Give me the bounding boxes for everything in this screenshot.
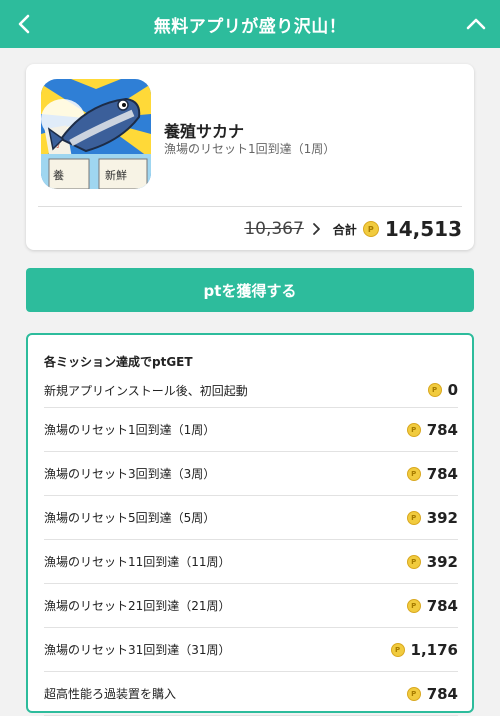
mission-row: 漁場のリセット11回到達（11周） P 392 <box>44 540 458 584</box>
chevron-up-icon <box>466 18 486 30</box>
app-name: 養殖サカナ <box>164 122 245 141</box>
point-coin-icon: P <box>406 466 421 481</box>
point-coin-icon: P <box>406 598 421 613</box>
mission-label: 漁場のリセット3回到達（3周） <box>44 467 216 481</box>
mission-row: 超高性能ろ過装置を購入 P 784 <box>44 672 458 716</box>
fish-app-icon[interactable]: 特 養 新鮮 <box>41 79 151 189</box>
back-button[interactable] <box>0 0 48 48</box>
mission-list: 新規アプリインストール後、初回起動 P0 漁場のリセット1回到達（1周） P 78… <box>44 373 458 716</box>
point-coin-icon: P <box>406 686 421 701</box>
mission-row: 漁場のリセット3回到達（3周） P 784 <box>44 452 458 496</box>
mission-points: 1,176 <box>410 640 458 659</box>
point-coin-icon: P <box>406 510 421 525</box>
point-coin-icon: P <box>427 383 442 397</box>
svg-text:養: 養 <box>53 168 64 182</box>
chevron-left-icon <box>18 14 30 34</box>
mission-label: 漁場のリセット11回到達（11周） <box>44 555 231 569</box>
mission-label: 超高性能ろ過装置を購入 <box>44 687 177 701</box>
mission-title: 各ミッション達成でptGET <box>44 355 193 369</box>
mission-box: 各ミッション達成でptGET 新規アプリインストール後、初回起動 P0 漁場のリ… <box>26 333 474 716</box>
mission-row: 漁場のリセット31回到達（31周） P 1,176 <box>44 628 458 672</box>
old-price: 10,367 <box>244 219 304 239</box>
total-value: 14,513 <box>384 217 462 241</box>
mission-label: 漁場のリセット5回到達（5周） <box>44 511 216 525</box>
header-title: 無料アプリが盛り沢山！ <box>153 16 347 37</box>
chevron-right-icon <box>312 222 321 236</box>
svg-text:新鮮: 新鮮 <box>105 168 127 182</box>
mission-row: 漁場のリセット21回到達（21周） P 784 <box>44 584 458 628</box>
divider <box>38 206 462 207</box>
mission-row: 漁場のリセット1回到達（1周） P 784 <box>44 408 458 452</box>
mission-row: 新規アプリインストール後、初回起動 P0 <box>44 373 458 408</box>
app-subtitle: 漁場のリセット1回到達（1周） <box>164 142 336 156</box>
mission-points: 392 <box>426 508 458 527</box>
point-coin-icon: P <box>406 422 421 437</box>
app-card: 特 養 新鮮 養殖サカナ 漁場のリセット1回到達（1周） 10,367 合計 P… <box>26 64 474 250</box>
mission-label: 漁場のリセット31回到達（31周） <box>44 643 231 657</box>
mission-label: 漁場のリセット1回到達（1周） <box>44 423 216 437</box>
mission-label: 新規アプリインストール後、初回起動 <box>44 383 248 398</box>
mission-points: 784 <box>426 596 458 615</box>
mission-points: 0 <box>447 381 458 399</box>
mission-points: 392 <box>426 552 458 571</box>
mission-label: 漁場のリセット21回到達（21周） <box>44 599 231 613</box>
collapse-button[interactable] <box>452 0 500 48</box>
mission-points: 784 <box>426 420 458 439</box>
point-coin-icon: P <box>406 554 421 569</box>
point-coin-icon: P <box>362 221 379 237</box>
point-coin-icon: P <box>390 642 405 657</box>
get-points-button[interactable]: ptを獲得する <box>26 268 474 312</box>
total-label: 合計 <box>332 222 357 237</box>
app-header: 無料アプリが盛り沢山！ <box>0 0 500 48</box>
mission-row: 漁場のリセット5回到達（5周） P 392 <box>44 496 458 540</box>
mission-points: 784 <box>426 464 458 483</box>
price-row: 10,367 合計 P 14,513 <box>244 214 462 244</box>
